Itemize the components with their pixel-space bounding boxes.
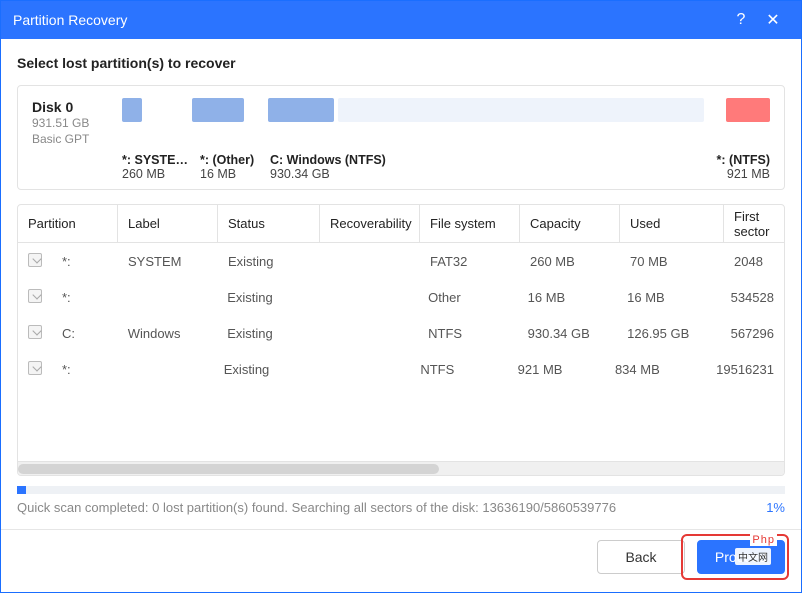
table-row[interactable]: C: Windows Existing NTFS 930.34 GB 126.9…: [18, 315, 784, 351]
table-header: Partition Label Status Recoverability Fi…: [18, 205, 784, 243]
disk-label-windows: C: Windows (NTFS) 930.34 GB: [270, 153, 700, 181]
col-first-sector[interactable]: First sector: [724, 205, 784, 242]
disk-segment-system[interactable]: [122, 98, 142, 122]
cell-used: 834 MB: [605, 362, 706, 377]
disk-label-other: *: (Other) 16 MB: [200, 153, 270, 181]
cell-filesystem: FAT32: [420, 254, 520, 269]
row-checkbox[interactable]: [28, 289, 42, 303]
cell-capacity: 16 MB: [518, 290, 617, 305]
cell-capacity: 921 MB: [508, 362, 605, 377]
disk-row: Disk 0 931.51 GB Basic GPT: [32, 98, 770, 147]
disk-label-system: *: SYSTE… 260 MB: [122, 153, 200, 181]
cell-label: SYSTEM: [118, 254, 218, 269]
disk-segment-windows[interactable]: [338, 98, 704, 122]
col-status[interactable]: Status: [218, 205, 320, 242]
disk-panel: Disk 0 931.51 GB Basic GPT *: SY: [17, 85, 785, 190]
cell-partition: *:: [52, 362, 116, 377]
back-button[interactable]: Back: [597, 540, 685, 574]
disk-name: Disk 0: [32, 98, 118, 116]
row-checkbox[interactable]: [28, 253, 42, 267]
cell-filesystem: Other: [418, 290, 517, 305]
cell-first-sector: 19516231: [706, 362, 784, 377]
titlebar: Partition Recovery ? ✕: [1, 1, 801, 39]
row-checkbox[interactable]: [28, 361, 42, 375]
scan-status-line: Quick scan completed: 0 lost partition(s…: [17, 500, 785, 515]
footer: Back Proceed Php 中文网: [17, 540, 785, 574]
cell-partition: *:: [52, 290, 118, 305]
col-filesystem[interactable]: File system: [420, 205, 520, 242]
table-row[interactable]: *: Existing Other 16 MB 16 MB 534528: [18, 279, 784, 315]
col-recoverability[interactable]: Recoverability: [320, 205, 420, 242]
disk-type: Basic GPT: [32, 132, 118, 148]
horizontal-scrollbar[interactable]: [18, 461, 784, 475]
cell-status: Existing: [217, 326, 318, 341]
disk-label-ntfs: *: (NTFS) 921 MB: [700, 153, 770, 181]
scrollbar-thumb[interactable]: [18, 464, 439, 474]
disk-segment-other[interactable]: [192, 98, 244, 122]
scan-progress-bar: [17, 486, 785, 494]
disk-labels: *: SYSTE… 260 MB *: (Other) 16 MB C: Win…: [122, 153, 770, 181]
cell-first-sector: 567296: [721, 326, 784, 341]
col-used[interactable]: Used: [620, 205, 724, 242]
cell-used: 70 MB: [620, 254, 724, 269]
disk-info: Disk 0 931.51 GB Basic GPT: [32, 98, 118, 147]
cell-used: 126.95 GB: [617, 326, 720, 341]
row-checkbox[interactable]: [28, 325, 42, 339]
disk-segment-windows-head[interactable]: [268, 98, 334, 122]
col-partition[interactable]: Partition: [18, 205, 118, 242]
disk-segment-ntfs[interactable]: [726, 98, 770, 122]
scan-status-text: Quick scan completed: 0 lost partition(s…: [17, 500, 766, 515]
cell-partition: *:: [52, 254, 118, 269]
scan-progress-fill: [17, 486, 26, 494]
window-title: Partition Recovery: [13, 12, 725, 28]
col-label[interactable]: Label: [118, 205, 218, 242]
cell-partition: C:: [52, 326, 118, 341]
cell-filesystem: NTFS: [410, 362, 507, 377]
cell-first-sector: 2048: [724, 254, 784, 269]
window: Partition Recovery ? ✕ Select lost parti…: [0, 0, 802, 593]
instruction-text: Select lost partition(s) to recover: [17, 55, 785, 71]
table-body: *: SYSTEM Existing FAT32 260 MB 70 MB 20…: [18, 243, 784, 461]
cell-status: Existing: [218, 254, 320, 269]
cell-used: 16 MB: [617, 290, 720, 305]
disk-size: 931.51 GB: [32, 116, 118, 132]
cell-first-sector: 534528: [721, 290, 784, 305]
scan-status-percent: 1%: [766, 500, 785, 515]
close-icon[interactable]: ✕: [757, 10, 789, 30]
window-body: Select lost partition(s) to recover Disk…: [1, 39, 801, 592]
table-row[interactable]: *: SYSTEM Existing FAT32 260 MB 70 MB 20…: [18, 243, 784, 279]
cell-label: Windows: [118, 326, 217, 341]
help-icon[interactable]: ?: [725, 11, 757, 29]
proceed-button[interactable]: Proceed: [697, 540, 785, 574]
cell-capacity: 930.34 GB: [518, 326, 617, 341]
cell-status: Existing: [217, 290, 318, 305]
table-row[interactable]: *: Existing NTFS 921 MB 834 MB 19516231: [18, 351, 784, 387]
cell-status: Existing: [214, 362, 313, 377]
col-capacity[interactable]: Capacity: [520, 205, 620, 242]
footer-separator: [1, 529, 801, 530]
cell-filesystem: NTFS: [418, 326, 517, 341]
cell-capacity: 260 MB: [520, 254, 620, 269]
partition-table: Partition Label Status Recoverability Fi…: [17, 204, 785, 476]
disk-bars: [122, 98, 770, 122]
